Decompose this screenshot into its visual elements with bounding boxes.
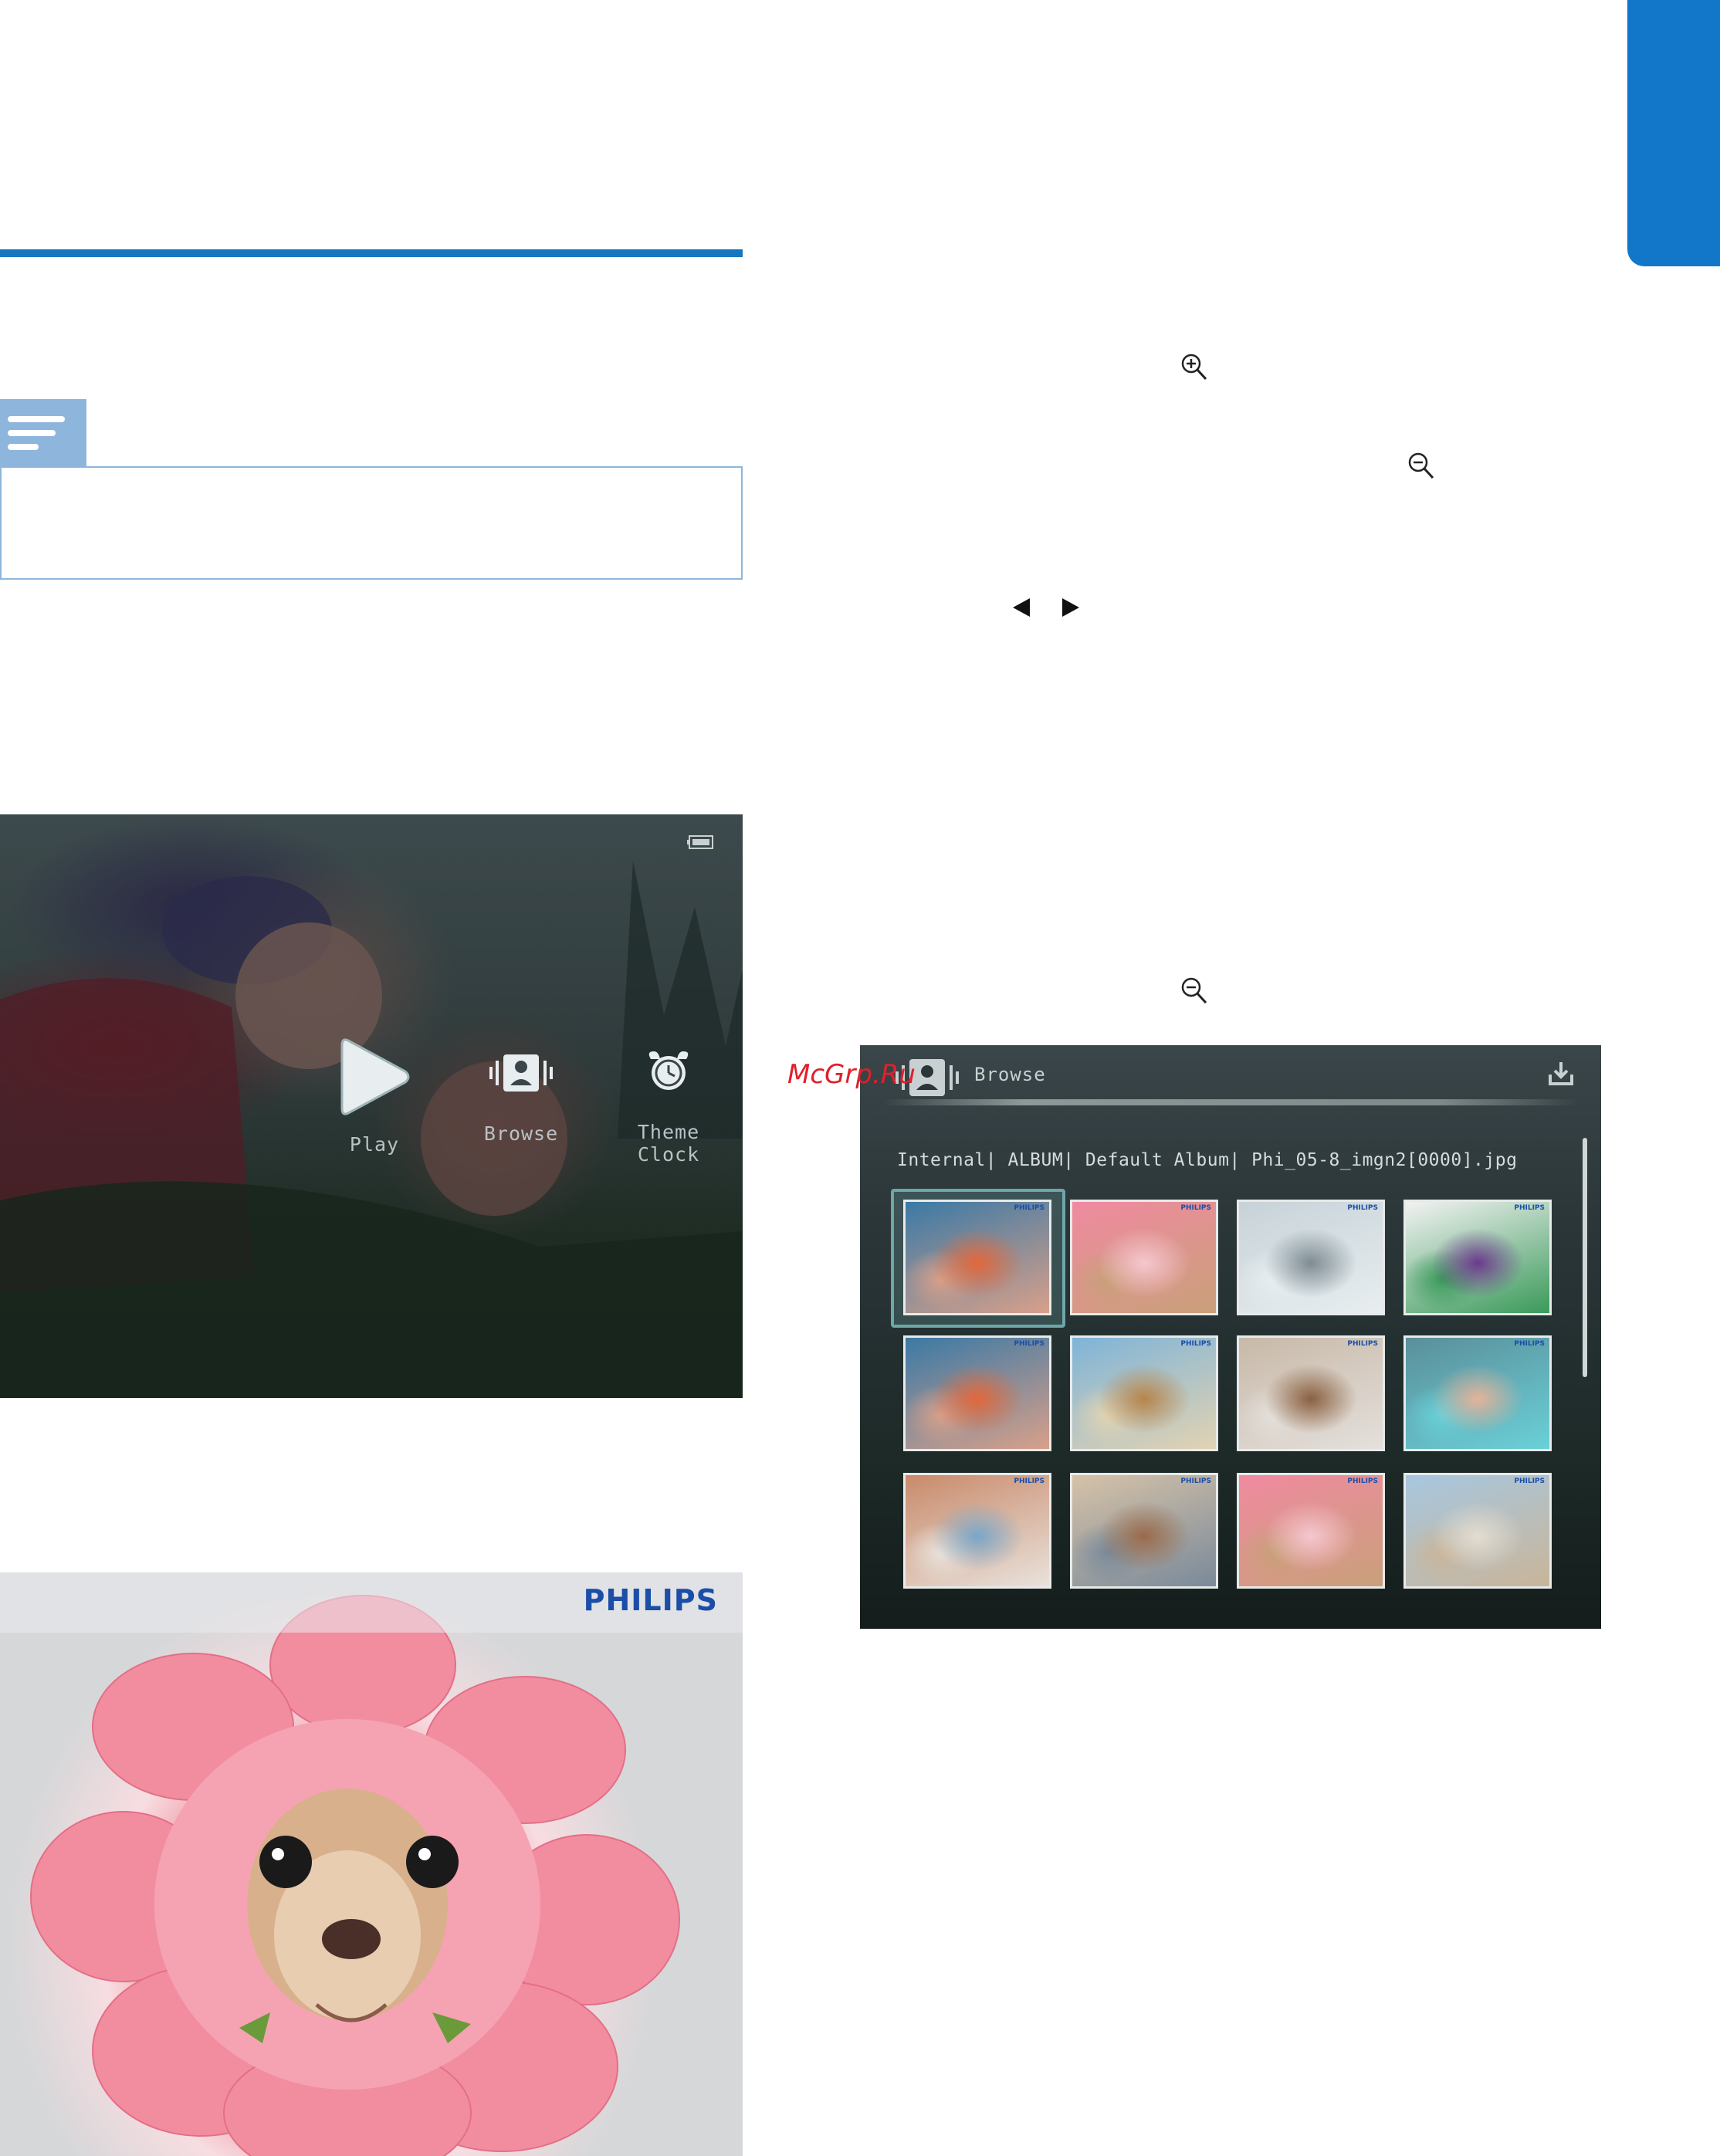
thumbnail-gift-boxes[interactable]: PHILIPS	[1403, 1200, 1552, 1315]
right-arrow-icon	[1062, 598, 1079, 617]
thumbnail-woman-dog[interactable]: PHILIPS	[903, 1473, 1051, 1589]
thumbnail-butterfly-hands[interactable]: PHILIPS	[903, 1200, 1051, 1315]
browse-item[interactable]: Browse	[471, 1050, 571, 1145]
play-icon	[340, 1038, 410, 1115]
thumbnail-carnival-couple[interactable]: PHILIPS	[1070, 1473, 1218, 1589]
sample-photo: PHILIPS	[0, 1572, 743, 2156]
thumbnail-dog-flower[interactable]: PHILIPS	[1070, 1200, 1218, 1315]
browse-icon	[489, 1054, 553, 1092]
breadcrumb: Internal| ALBUM| Default Album| Phi_05-8…	[897, 1150, 1518, 1170]
theme-clock-icon	[648, 1051, 689, 1090]
theme-clock-label: Theme Clock	[637, 1121, 700, 1166]
zoom-out-icon	[1181, 977, 1207, 1004]
thumbnail-dog-flower-2[interactable]: PHILIPS	[1237, 1473, 1385, 1589]
header-divider	[883, 1099, 1578, 1105]
language-tab	[1627, 0, 1720, 266]
thumbnail-brand: PHILIPS	[1514, 1204, 1545, 1212]
thumbnail-brand: PHILIPS	[1347, 1204, 1378, 1212]
scrollbar[interactable]	[1583, 1138, 1587, 1377]
thumbnail-brand: PHILIPS	[1180, 1204, 1211, 1212]
battery-icon	[687, 835, 713, 849]
left-arrow-icon	[1013, 598, 1030, 617]
thumbnail-butterfly-hands-2[interactable]: PHILIPS	[903, 1335, 1051, 1451]
thumbnail-boy-fish-beach[interactable]: PHILIPS	[1403, 1473, 1552, 1589]
thumbnail-stilt-house[interactable]: PHILIPS	[1070, 1335, 1218, 1451]
thumbnail-snow-tunnel-video[interactable]: PHILIPS	[1237, 1200, 1385, 1315]
thumbnail-brand: PHILIPS	[1514, 1477, 1545, 1485]
thumbnail-girl-painted-hands[interactable]: PHILIPS	[1403, 1335, 1552, 1451]
home-screen: Play Browse Theme Clock	[0, 814, 743, 1398]
play-item[interactable]: Play	[324, 1034, 425, 1156]
thumbnail-brand: PHILIPS	[1180, 1477, 1211, 1485]
save-icon[interactable]	[1547, 1061, 1575, 1087]
play-label: Play	[349, 1133, 400, 1156]
browse-title: Browse	[974, 1064, 1046, 1085]
thumbnail-brand: PHILIPS	[1347, 1477, 1378, 1485]
browse-label: Browse	[483, 1122, 559, 1145]
note-icon	[0, 399, 86, 467]
thumbnail-brand: PHILIPS	[1014, 1477, 1045, 1485]
philips-logo: PHILIPS	[583, 1583, 718, 1617]
section-rule	[0, 249, 743, 257]
theme-clock-item[interactable]: Theme Clock	[602, 1048, 735, 1166]
dog-flower-photo	[30, 1595, 680, 2156]
thumbnail-brand: PHILIPS	[1180, 1340, 1211, 1348]
thumbnail-brand: PHILIPS	[1347, 1340, 1378, 1348]
watermark: McGrp.Ru	[787, 1059, 916, 1090]
zoom-in-icon	[1181, 354, 1207, 381]
thumbnail-photo-collage[interactable]: PHILIPS	[1237, 1335, 1385, 1451]
note-box	[0, 466, 743, 580]
thumbnail-brand: PHILIPS	[1514, 1340, 1545, 1348]
thumbnail-brand: PHILIPS	[1014, 1340, 1045, 1348]
thumbnail-brand: PHILIPS	[1014, 1204, 1045, 1212]
zoom-out-icon	[1408, 452, 1434, 479]
browse-screen: Browse Internal| ALBUM| Default Album| P…	[860, 1045, 1601, 1629]
